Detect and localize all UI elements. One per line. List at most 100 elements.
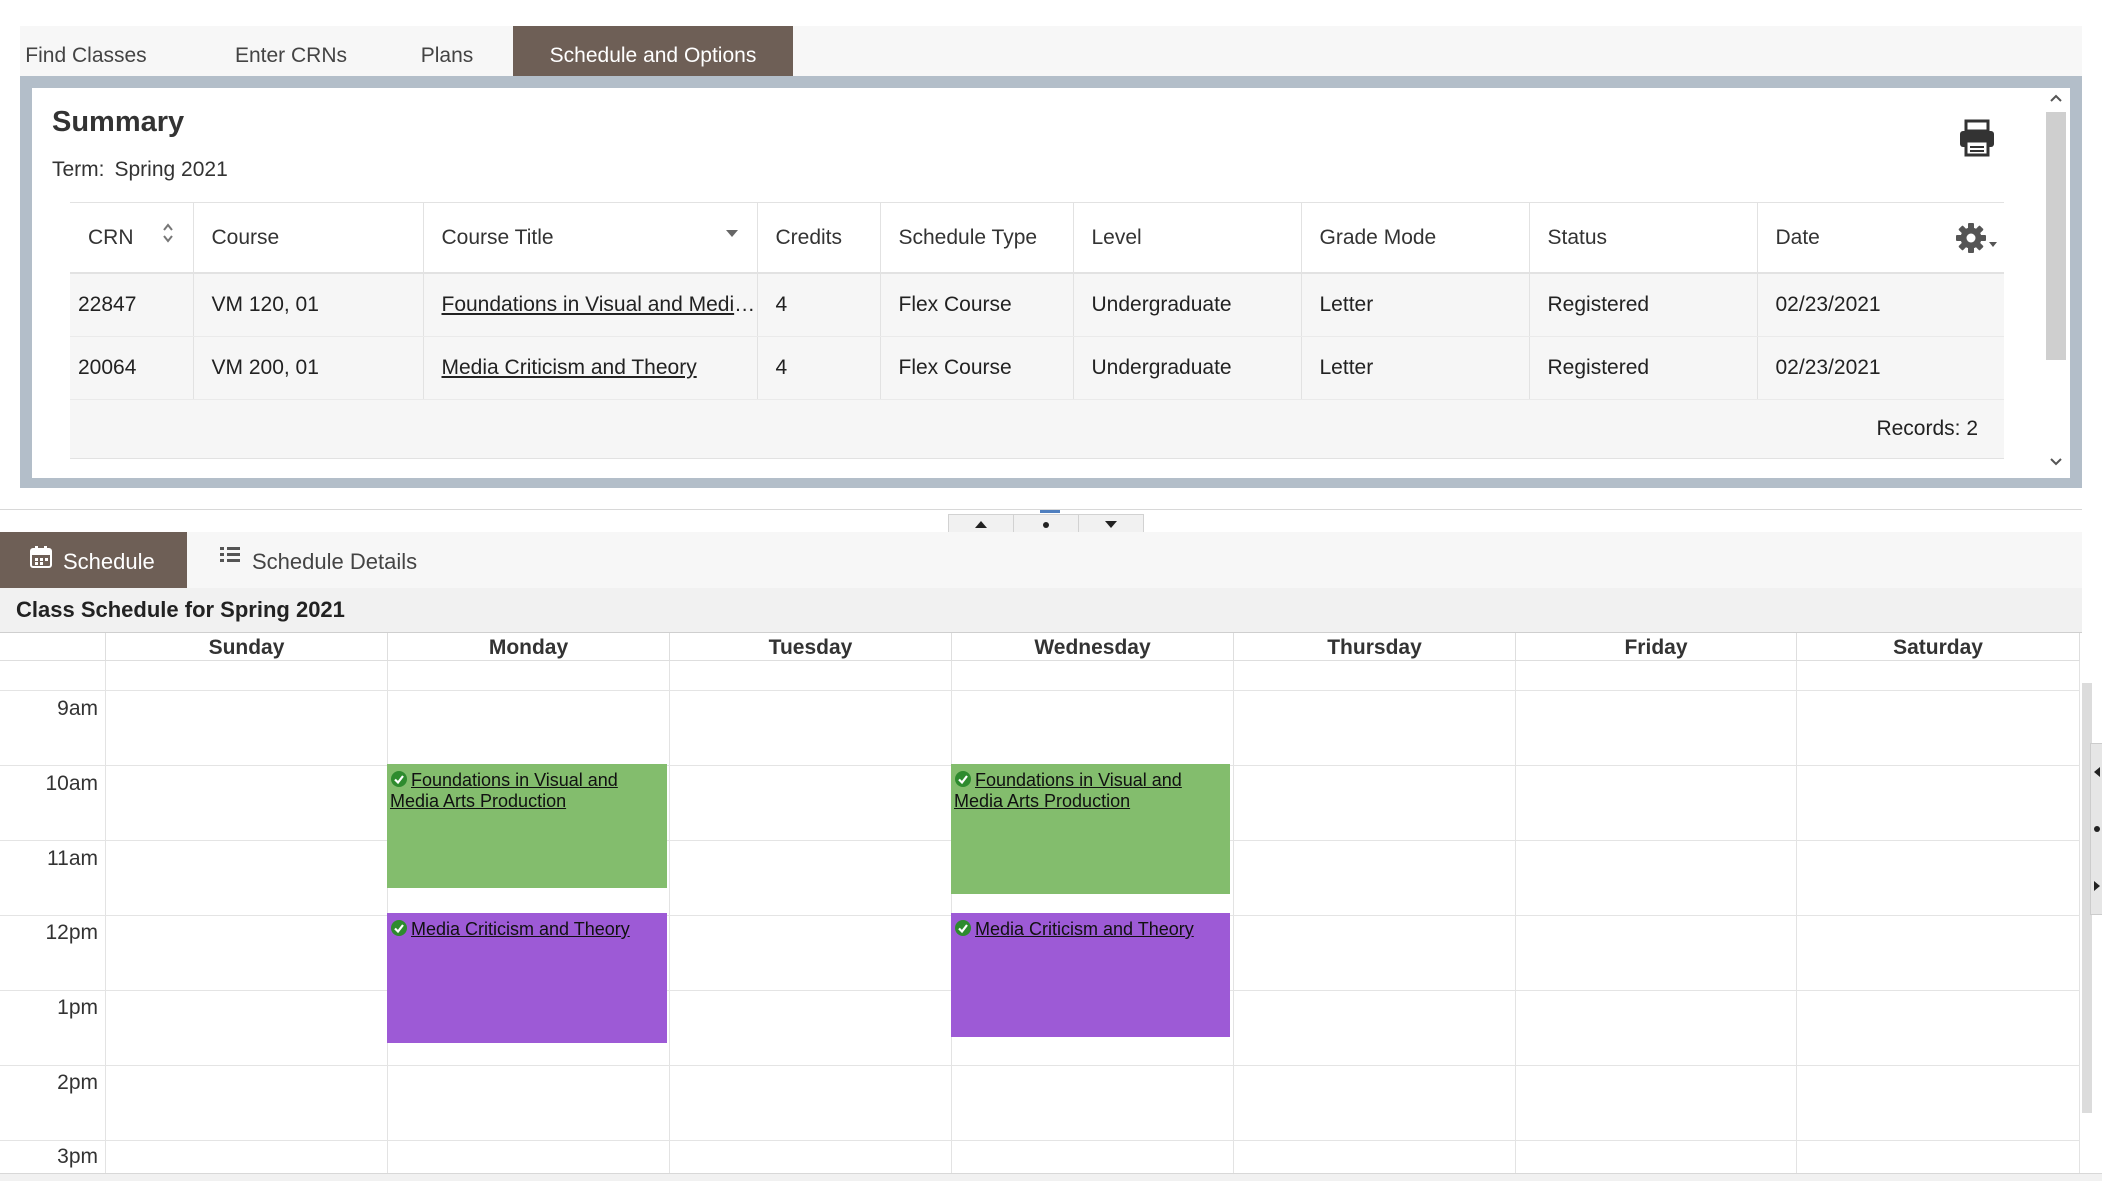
event-foundations-wednesday[interactable]: Foundations in Visual and Media Arts Pro… [951,764,1230,894]
column-header-status[interactable]: Status [1529,202,1758,274]
hour-line [0,1140,2080,1141]
column-header-course[interactable]: Course [193,202,424,274]
splitter-indicator [1040,510,1060,513]
column-header-credits[interactable]: Credits [757,202,881,274]
sort-icon[interactable] [162,221,174,245]
triangle-up-icon [975,521,987,528]
tab-schedule[interactable]: Schedule [0,532,187,588]
tab-plans[interactable]: Plans [404,26,490,76]
column-header-date[interactable]: Date [1757,202,2004,274]
records-count: Records: 2 [70,399,2004,459]
hour-line [0,690,2080,691]
splitter-restore-button[interactable] [1013,514,1079,533]
summary-table: CRN Course Course Title Credits Schedule… [70,202,2004,459]
tab-find-classes[interactable]: Find Classes [20,26,152,76]
cell-grade-mode: Letter [1301,336,1530,400]
day-column-friday[interactable] [1516,661,1797,1173]
schedule-heading: Class Schedule for Spring 2021 [16,597,345,622]
day-header-saturday: Saturday [1797,633,2080,661]
event-media-criticism-wednesday[interactable]: Media Criticism and Theory [951,913,1230,1037]
column-header-grade-mode[interactable]: Grade Mode [1301,202,1530,274]
term-value: Spring 2021 [114,158,228,181]
time-gutter [0,661,106,1173]
day-header-sunday: Sunday [106,633,388,661]
weekly-calendar: Sunday Monday Tuesday Wednesday Thursday… [0,633,2080,1173]
scrollbar-thumb[interactable] [2046,112,2066,360]
event-title[interactable]: Media Criticism and Theory [411,919,630,939]
day-column-tuesday[interactable] [670,661,952,1173]
cell-credits: 4 [757,336,881,400]
dot-icon [1043,522,1049,528]
event-title[interactable]: Foundations in Visual and Media Arts Pro… [390,770,618,811]
sort-descending-icon[interactable] [725,229,739,239]
summary-title: Summary [52,106,185,138]
cell-status: Registered [1529,336,1758,400]
time-gutter-header [0,633,106,661]
cell-date: 02/23/2021 [1757,336,2004,400]
check-circle-icon [955,920,971,936]
dot-icon [2094,826,2100,832]
day-header-thursday: Thursday [1234,633,1516,661]
cell-date: 02/23/2021 [1757,273,2004,337]
column-header-course-title[interactable]: Course Title [423,202,758,274]
day-header-friday: Friday [1516,633,1797,661]
tab-schedule-details[interactable]: Schedule Details [187,532,447,588]
triangle-down-icon [1105,521,1117,528]
event-title[interactable]: Foundations in Visual and Media Arts Pro… [954,770,1182,811]
check-circle-icon [391,771,407,787]
schedule-tab-bar: Schedule Schedule Details [0,532,2082,588]
cell-crn: 20064 [70,336,194,400]
calendar-scrollbar[interactable] [2080,633,2102,1173]
day-column-thursday[interactable] [1234,661,1516,1173]
time-label-2pm: 2pm [57,1071,98,1094]
triangle-right-icon [2094,881,2100,891]
cell-schedule-type: Flex Course [880,273,1074,337]
event-media-criticism-monday[interactable]: Media Criticism and Theory [387,913,667,1043]
event-title[interactable]: Media Criticism and Theory [975,919,1194,939]
cell-status: Registered [1529,273,1758,337]
scroll-down-icon[interactable] [2048,456,2064,468]
day-header-monday: Monday [388,633,670,661]
triangle-left-icon [2094,767,2100,777]
cell-level: Undergraduate [1073,336,1302,400]
time-label-1pm: 1pm [57,996,98,1019]
column-header-schedule-type[interactable]: Schedule Type [880,202,1074,274]
tab-schedule-and-options[interactable]: Schedule and Options [513,26,793,76]
list-icon [220,547,240,562]
column-header-crn[interactable]: CRN [70,202,194,274]
table-header-row: CRN Course Course Title Credits Schedule… [70,202,2004,274]
check-circle-icon [955,771,971,787]
hour-line [0,1065,2080,1066]
cell-course-title: Foundations in Visual and Media Arts Pro… [423,273,758,337]
course-title-link[interactable]: Media Criticism and Theory [442,356,697,379]
event-foundations-monday[interactable]: Foundations in Visual and Media Arts Pro… [387,764,667,888]
splitter-collapse-down-button[interactable] [1078,514,1144,533]
term-label: Term: [52,158,105,181]
cell-schedule-type: Flex Course [880,336,1074,400]
registration-tab-bar: Find Classes Enter CRNs Plans Schedule a… [20,26,2082,77]
calendar-icon [30,546,52,568]
table-row: 22847 VM 120, 01 Foundations in Visual a… [70,273,2004,337]
cell-level: Undergraduate [1073,273,1302,337]
cell-course: VM 200, 01 [193,336,424,400]
summary-frame: Summary Term: Spring 2021 CRN Course Cou… [20,76,2082,488]
summary-scrollbar[interactable] [2040,88,2070,478]
column-header-level[interactable]: Level [1073,202,1302,274]
panel-splitter[interactable] [0,509,2082,533]
cell-credits: 4 [757,273,881,337]
scroll-up-icon[interactable] [2048,92,2064,104]
check-circle-icon [391,920,407,936]
tab-enter-crns[interactable]: Enter CRNs [219,26,363,76]
printer-icon[interactable] [1957,118,1997,158]
day-column-saturday[interactable] [1797,661,2080,1173]
course-title-link[interactable]: Foundations in Visual and Media Arts Pro… [442,293,757,316]
summary-panel: Summary Term: Spring 2021 CRN Course Cou… [32,88,2044,478]
table-row: 20064 VM 200, 01 Media Criticism and The… [70,336,2004,400]
day-column-sunday[interactable] [106,661,388,1173]
cell-course: VM 120, 01 [193,273,424,337]
gear-icon[interactable] [1954,221,2000,255]
splitter-collapse-up-button[interactable] [948,514,1014,533]
time-label-9am: 9am [57,697,98,720]
side-panel-handle[interactable] [2090,743,2102,915]
time-label-11am: 11am [47,847,98,870]
